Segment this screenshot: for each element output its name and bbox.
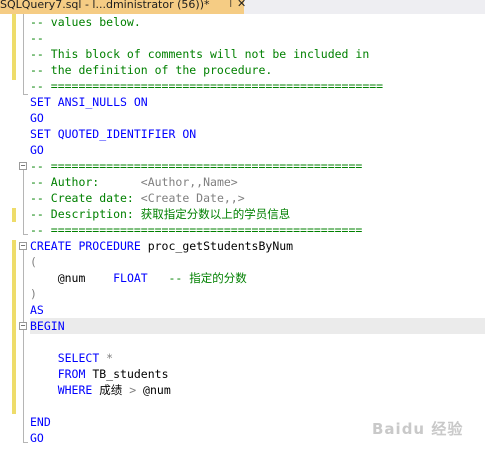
code-line: -- Create date: <Create Date,,> bbox=[30, 190, 245, 206]
table-name: TB_students bbox=[85, 367, 169, 381]
current-line-highlight bbox=[30, 318, 485, 334]
code-line: SET ANSI_NULLS ON bbox=[30, 95, 148, 109]
code-line: WHERE 成绩 > @num bbox=[30, 382, 171, 398]
code-line: -- =====================================… bbox=[30, 79, 384, 93]
keyword: FROM bbox=[57, 367, 86, 381]
outline-line bbox=[23, 330, 24, 442]
change-marker bbox=[12, 322, 16, 336]
parameter-name: @num bbox=[136, 383, 171, 397]
code-line: -- bbox=[30, 31, 44, 45]
comment-text: -- 指定的分数 bbox=[147, 271, 247, 285]
keyword: WHERE bbox=[57, 383, 93, 397]
tab-title: SQLQuery7.sql - l...dministrator (56))* bbox=[0, 0, 210, 11]
code-line: -- =====================================… bbox=[30, 159, 363, 173]
code-line: GO bbox=[30, 431, 44, 445]
code-line: CREATE PROCEDURE proc_getStudentsByNum bbox=[30, 238, 293, 254]
operator: * bbox=[99, 351, 114, 365]
code-line: GO bbox=[30, 143, 44, 157]
parameter-name: @num bbox=[30, 271, 114, 285]
change-marker bbox=[12, 14, 16, 80]
document-tab-bar: SQLQuery7.sql - l...dministrator (56))* … bbox=[0, 0, 485, 14]
keyword: SELECT bbox=[57, 351, 100, 365]
outline-tick bbox=[23, 442, 28, 443]
outline-tick bbox=[23, 94, 28, 95]
code-line: BEGIN bbox=[30, 319, 65, 333]
code-line: -- Description: 获取指定分数以上的学员信息 bbox=[30, 207, 291, 221]
code-line: -- This block of comments will not be in… bbox=[30, 47, 370, 61]
close-icon[interactable]: ✕ bbox=[237, 0, 246, 10]
keyword: CREATE PROCEDURE bbox=[30, 239, 141, 253]
outline-tick bbox=[23, 234, 28, 235]
code-line: @num FLOAT -- 指定的分数 bbox=[30, 270, 247, 286]
code-line: ) bbox=[30, 287, 37, 301]
watermark: Baidu 经验 bbox=[372, 420, 464, 438]
editor-gutter bbox=[0, 14, 12, 464]
outline-line bbox=[23, 14, 24, 94]
pin-icon[interactable]: ⊤ bbox=[226, 0, 236, 10]
outline-line bbox=[23, 250, 24, 330]
code-line: -- Author: <Author,,Name> bbox=[30, 174, 238, 190]
column-name: 成绩 bbox=[92, 383, 130, 397]
comment-text: -- Author: bbox=[30, 175, 141, 189]
code-line: GO bbox=[30, 111, 44, 125]
collapse-icon[interactable]: − bbox=[19, 242, 27, 250]
code-line: FROM TB_students bbox=[30, 366, 169, 382]
collapse-icon[interactable]: − bbox=[19, 162, 27, 170]
code-line: AS bbox=[30, 303, 44, 317]
procedure-name: proc_getStudentsByNum bbox=[140, 239, 294, 253]
code-line: -- =====================================… bbox=[30, 223, 363, 237]
template-parameter: <Create Date,,> bbox=[140, 191, 245, 205]
code-editor[interactable]: − − − -- values below. -- -- This block … bbox=[0, 14, 485, 464]
outline-line bbox=[23, 170, 24, 234]
change-marker bbox=[12, 240, 16, 322]
code-line: ( bbox=[30, 255, 37, 269]
code-line: SET QUOTED_IDENTIFIER ON bbox=[30, 127, 197, 141]
code-line: -- the definition of the procedure. bbox=[30, 63, 273, 77]
document-tab[interactable]: SQLQuery7.sql - l...dministrator (56))* … bbox=[0, 0, 246, 14]
code-line: SELECT * bbox=[30, 350, 113, 366]
template-parameter: <Author,,Name> bbox=[140, 175, 238, 189]
keyword: FLOAT bbox=[113, 271, 148, 285]
change-marker bbox=[12, 208, 16, 222]
collapse-icon[interactable]: − bbox=[19, 322, 27, 330]
code-line: -- values below. bbox=[30, 15, 141, 29]
code-line: END bbox=[30, 415, 51, 429]
change-marker bbox=[12, 336, 16, 414]
comment-text: -- Create date: bbox=[30, 191, 141, 205]
